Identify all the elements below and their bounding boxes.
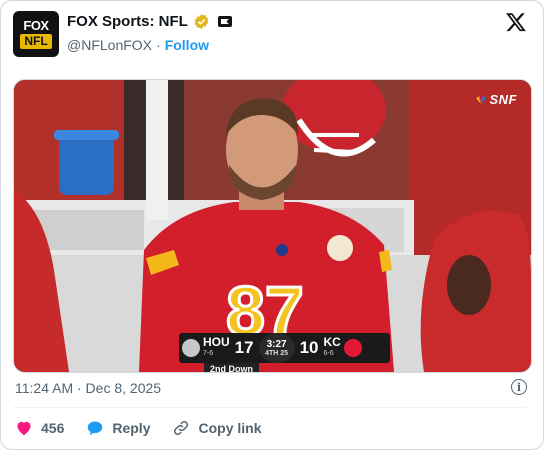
home-team-record: 6-6: [323, 350, 334, 357]
tweet-media-image[interactable]: 87 SNF HOU 7-6 17 3:27 4TH 25 10 KC 6-6 …: [13, 79, 532, 373]
heart-icon: [17, 421, 31, 436]
verified-gold-badge-icon: [194, 14, 209, 29]
texans-logo-icon: [182, 339, 200, 357]
peacock-icon: [475, 95, 486, 104]
scorebug: HOU 7-6 17 3:27 4TH 25 10 KC 6-6: [179, 333, 390, 363]
like-button[interactable]: 456: [15, 420, 64, 436]
quarter: 4TH: [265, 350, 279, 357]
avatar-nfl-text: NFL: [20, 34, 52, 49]
play-clock: 25: [280, 350, 289, 357]
network-bug: SNF: [475, 92, 518, 107]
broadcast-frame-illustration: 87: [14, 80, 531, 372]
copy-link-button[interactable]: Copy link: [172, 419, 262, 437]
network-bug-text: SNF: [489, 92, 517, 107]
tweet-card: FOX NFL FOX Sports: NFL @NFLonFOX · Foll…: [0, 0, 544, 450]
away-score: 17: [234, 338, 254, 357]
reply-bubble-icon: [88, 421, 103, 436]
home-score: 10: [299, 338, 319, 357]
chiefs-logo-icon: [343, 339, 362, 357]
away-team-abbr: HOU: [203, 335, 230, 349]
clock-time: 3:27: [266, 339, 287, 350]
avatar-fox-text: FOX: [23, 18, 49, 33]
reply-label: Reply: [112, 420, 151, 436]
handle-row: @NFLonFOX · Follow: [67, 37, 209, 53]
action-bar: 456 Reply Copy link: [15, 419, 284, 437]
follow-button[interactable]: Follow: [165, 37, 209, 53]
down-indicator: 2nd Down: [204, 363, 259, 372]
account-avatar[interactable]: FOX NFL: [13, 11, 59, 57]
account-name[interactable]: FOX Sports: NFL: [67, 13, 188, 30]
divider: [13, 407, 527, 408]
tweet-timestamp[interactable]: 11:24 AM · Dec 8, 2025: [15, 380, 161, 396]
account-name-row: FOX Sports: NFL: [67, 13, 232, 30]
info-icon[interactable]: i: [511, 379, 527, 395]
account-handle[interactable]: @NFLonFOX: [67, 37, 152, 53]
like-count: 456: [41, 420, 65, 436]
link-icon: [174, 420, 189, 436]
separator-dot: ·: [156, 37, 161, 53]
home-team-abbr: KC: [323, 335, 341, 349]
game-clock: 3:27 4TH 25: [258, 333, 295, 363]
away-team-record: 7-6: [203, 350, 214, 357]
affiliate-badge-icon: [217, 16, 232, 27]
x-logo-icon[interactable]: [505, 11, 527, 33]
copy-link-label: Copy link: [198, 420, 262, 436]
reply-button[interactable]: Reply: [86, 420, 150, 436]
